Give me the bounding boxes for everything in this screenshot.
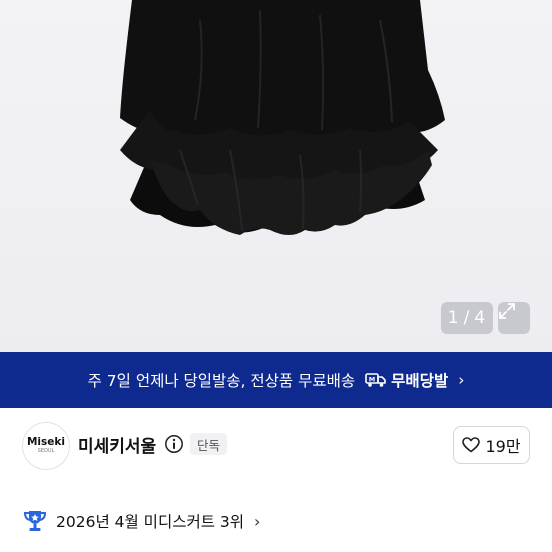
ranking-text: 2026년 4월 미디스커트 3위 [56,513,245,531]
chevron-right-icon: › [254,511,261,531]
truck-icon: M [365,373,386,387]
shipping-badge: M 무배당발 [365,369,448,391]
shipping-banner[interactable]: 주 7일 언제나 당일발송, 전상품 무료배송 M 무배당발 › [0,352,552,408]
chevron-right-icon: › [458,371,465,389]
brand-logo[interactable]: Miseki SEOUL [22,422,70,470]
brand-name[interactable]: 미세키서울 [78,432,156,457]
product-photo-skirt [120,0,445,235]
trophy-icon [23,511,47,531]
like-button[interactable]: 19만 [453,426,530,464]
brand-row: Miseki SEOUL 미세키서울 단독 19만 [0,420,552,472]
image-counter: 1 / 4 [441,302,493,334]
image-counter-total: 4 [474,308,487,328]
like-count: 19만 [485,437,521,456]
heart-icon [462,437,481,453]
shipping-banner-text: 주 7일 언제나 당일발송, 전상품 무료배송 [87,372,356,390]
svg-text:M: M [369,376,375,384]
expand-button[interactable] [498,302,530,334]
shipping-badge-label: 무배당발 [391,372,449,390]
image-counter-separator: / [463,308,471,328]
image-counter-current: 1 [447,308,460,328]
brand-logo-text: Miseki [26,436,65,448]
expand-icon [499,303,515,319]
ranking-link[interactable]: 2026년 4월 미디스커트 3위 › [22,506,260,536]
exclusive-badge: 단독 [190,433,228,455]
info-icon[interactable] [164,434,184,454]
brand-logo-subtext: SEOUL [37,448,55,454]
product-image-carousel[interactable]: 1 / 4 [0,0,552,352]
